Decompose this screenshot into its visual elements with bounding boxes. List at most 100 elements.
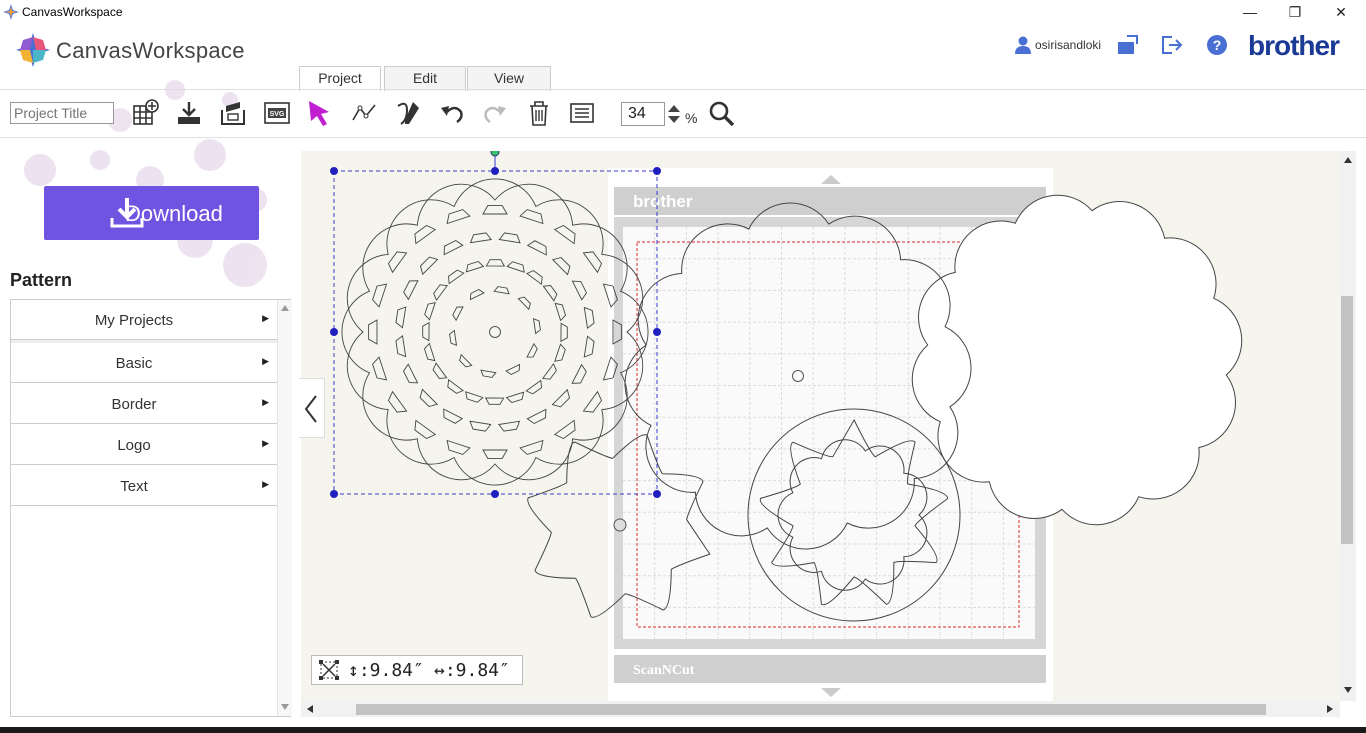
import-icon[interactable] <box>218 98 248 128</box>
doily-cutout <box>395 306 407 329</box>
doily-cutout <box>498 232 521 244</box>
user-icon[interactable] <box>1014 36 1032 54</box>
pattern-item-label: My Projects <box>94 312 174 329</box>
new-project-icon[interactable] <box>130 98 160 128</box>
doily-cutout <box>465 391 484 403</box>
svg-import-icon[interactable]: SVG <box>262 98 292 128</box>
doily-cutout <box>583 306 595 330</box>
resize-icon <box>319 660 339 680</box>
scroll-up-icon[interactable] <box>281 305 289 311</box>
save-download-icon[interactable] <box>174 98 204 128</box>
panel-scrollbar[interactable] <box>277 300 292 716</box>
doily-cutout <box>424 302 436 321</box>
tab-view[interactable]: View <box>467 66 551 91</box>
scroll-right-icon[interactable] <box>1327 705 1333 713</box>
doily-cutout <box>571 280 588 301</box>
doily-cutout <box>526 240 547 256</box>
pattern-item-basic[interactable]: Basic ▶ <box>11 343 277 383</box>
canvasworkspace-logo-icon <box>16 33 50 67</box>
logout-icon[interactable] <box>1160 34 1184 56</box>
doily-cutout <box>387 390 408 413</box>
width-value: ↔:9.84″ <box>434 660 510 681</box>
horizontal-scroll-thumb[interactable] <box>356 704 1266 715</box>
scalloped-shape-large[interactable] <box>911 194 1243 526</box>
help-icon[interactable]: ? <box>1206 34 1228 56</box>
folder-share-icon[interactable] <box>1117 34 1139 56</box>
doily-cutout <box>433 284 449 301</box>
doily-cutout <box>554 302 567 322</box>
doily-cutout <box>452 306 464 322</box>
doily-outer-edge <box>341 183 649 481</box>
scroll-down-icon[interactable] <box>281 704 289 710</box>
download-label: Download <box>125 201 223 226</box>
draw-pen-icon[interactable] <box>393 98 423 128</box>
collapse-panel-button[interactable] <box>299 378 325 438</box>
doily-cutout <box>582 390 603 413</box>
toolbar-divider <box>0 137 1366 138</box>
height-value: ↕:9.84″ <box>348 660 424 681</box>
object-list-icon[interactable] <box>567 98 597 128</box>
doily-cutout <box>387 251 408 274</box>
doily-cutout <box>526 270 543 286</box>
redo-icon[interactable] <box>480 98 510 128</box>
doily-cutout <box>551 388 571 408</box>
decorative-swirl <box>24 80 267 287</box>
doily-cutout <box>554 343 566 362</box>
scroll-left-icon[interactable] <box>307 705 313 713</box>
doily-cutout <box>403 280 419 301</box>
doily-cutout <box>446 439 471 455</box>
doily-cutout <box>469 232 493 244</box>
download-button[interactable]: Download <box>44 186 259 240</box>
scroll-up-icon[interactable] <box>1344 157 1352 163</box>
doily-cutout <box>423 342 436 362</box>
restore-button[interactable]: ❐ <box>1275 2 1315 22</box>
vertical-scroll-thumb[interactable] <box>1341 296 1353 544</box>
doily-cutout <box>583 335 595 358</box>
doily-cutout <box>465 260 485 273</box>
zoom-input[interactable] <box>621 102 665 126</box>
doily-cutout <box>519 439 544 455</box>
doily-cutout <box>485 259 506 267</box>
pattern-item-label: Basic <box>115 355 153 372</box>
caret-right-icon: ▶ <box>262 438 269 448</box>
doily-cutout <box>419 256 439 276</box>
undo-icon[interactable] <box>437 98 467 128</box>
doily-cutout <box>368 319 378 345</box>
select-arrow-icon[interactable] <box>305 98 335 128</box>
doily-cutout <box>553 419 576 440</box>
taskbar-strip <box>0 727 1366 733</box>
rotate-handle[interactable] <box>490 151 500 157</box>
pattern-item-logo[interactable]: Logo ▶ <box>11 425 277 465</box>
rotation-handle[interactable] <box>613 518 627 532</box>
node-edit-icon[interactable] <box>349 98 379 128</box>
close-button[interactable]: ✕ <box>1321 2 1361 22</box>
app-icon <box>3 4 19 20</box>
scroll-down-icon[interactable] <box>1344 687 1352 693</box>
pattern-category-list: My Projects ▶ Basic ▶ Border ▶ Logo ▶ Te… <box>10 299 292 717</box>
minimize-button[interactable]: — <box>1230 2 1270 22</box>
pattern-item-text[interactable]: Text ▶ <box>11 466 277 506</box>
doily-cutout <box>414 419 437 440</box>
canvas-artwork[interactable]: brother ScanNCut <box>301 151 1340 701</box>
app-name: CanvasWorkspace <box>56 38 245 63</box>
mat-product-text: ScanNCut <box>633 663 695 678</box>
doily-cutout <box>419 388 439 408</box>
caret-right-icon: ▶ <box>262 313 269 323</box>
caret-right-icon: ▶ <box>262 479 269 489</box>
pattern-item-border[interactable]: Border ▶ <box>11 384 277 424</box>
pattern-item-my-projects[interactable]: My Projects ▶ <box>11 300 277 340</box>
tab-edit[interactable]: Edit <box>384 66 466 91</box>
doily-cutout <box>443 408 464 424</box>
delete-trash-icon[interactable] <box>524 98 554 128</box>
doily-cutout <box>449 329 458 347</box>
zoom-search-icon[interactable] <box>708 100 736 128</box>
doily-cutout <box>582 251 603 274</box>
zoom-stepper-icon[interactable] <box>666 102 682 126</box>
brother-logo: brother <box>1248 30 1340 61</box>
doily-cutout <box>459 353 473 368</box>
doily-mandala-shape[interactable] <box>341 178 649 486</box>
project-title-input[interactable] <box>10 102 114 124</box>
design-canvas[interactable]: brother ScanNCut <box>301 151 1340 701</box>
username[interactable]: osirisandloki <box>1035 38 1101 52</box>
tab-project[interactable]: Project <box>299 66 381 91</box>
